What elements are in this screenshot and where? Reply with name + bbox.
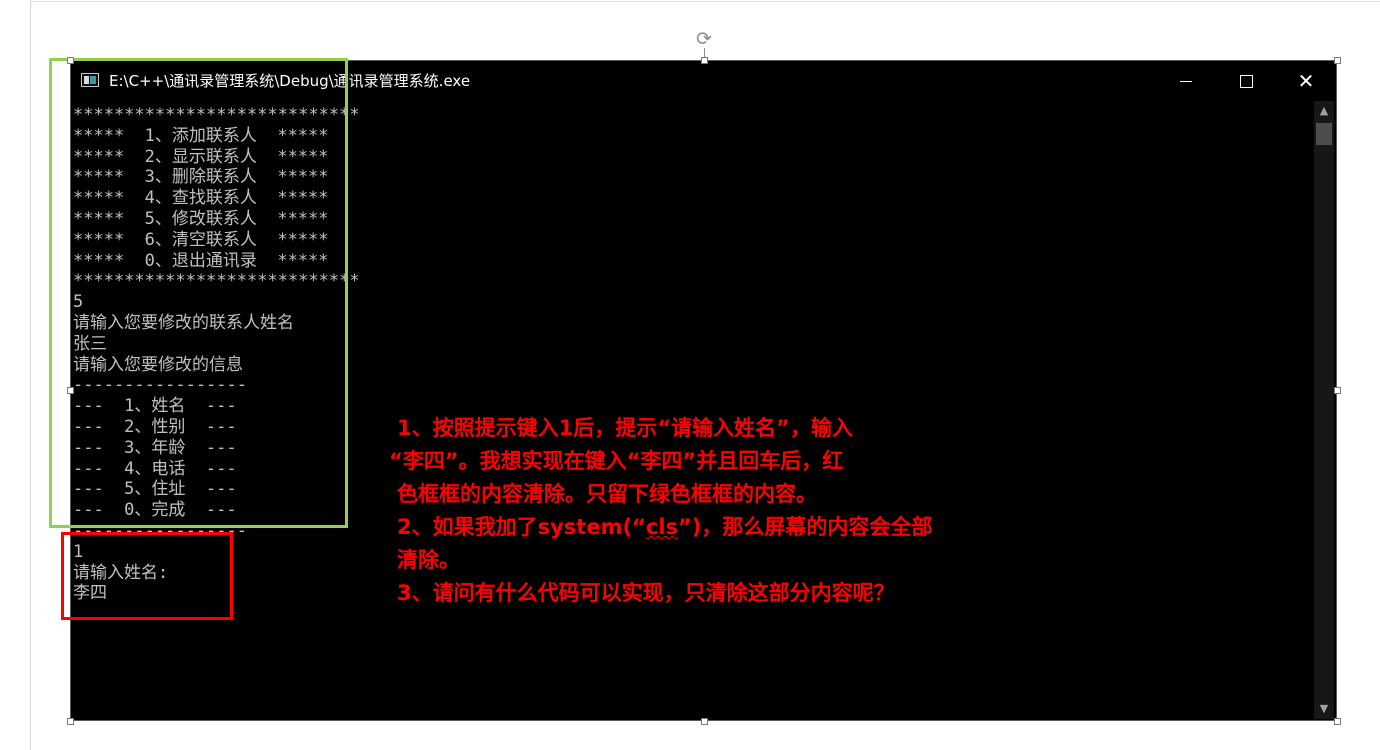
maximize-icon [1239,74,1253,88]
annotation-line-4: 2、如果我加了system(“cls”)，那么屏幕的内容会全部 [397,511,1037,544]
rotate-handle-icon[interactable]: ⟳ [694,29,714,49]
scroll-down-icon[interactable]: ▼ [1314,699,1334,719]
green-highlight-box [49,58,348,528]
resize-handle-bottom-right[interactable] [1334,718,1341,725]
annotation-line-4-start: 2、如果我加了system(“ [397,515,646,539]
resize-handle-middle-left[interactable] [67,387,74,394]
resize-handle-top-left[interactable] [67,57,74,64]
annotation-line-3: 色框框的内容清除。只留下绿色框框的内容。 [397,482,817,506]
maximize-button[interactable] [1216,61,1276,101]
annotation-line-2: “李四”。我想实现在键入“李四”并且回车后，红 [389,449,844,473]
spellcheck-underlined-word: cls [645,515,679,539]
minimize-button[interactable] [1156,61,1216,101]
resize-handle-bottom-center[interactable] [701,718,708,725]
close-icon: ✕ [1297,69,1315,93]
annotation-line-1: 1、按照提示键入1后，提示“请输入姓名”，输入 [397,416,853,440]
resize-handle-middle-right[interactable] [1334,387,1341,394]
scroll-thumb[interactable] [1316,123,1332,145]
annotation-line-4-end: ”)，那么屏幕的内容会全部 [678,515,933,539]
resize-handle-top-right[interactable] [1334,57,1341,64]
close-button[interactable]: ✕ [1276,61,1336,101]
page-left-border [30,0,31,750]
annotation-line-6: 3、请问有什么代码可以实现，只清除这部分内容呢？ [397,581,895,605]
vertical-scrollbar[interactable]: ▲ ▼ [1314,101,1334,719]
page-top-border [30,1,1380,2]
resize-handle-bottom-left[interactable] [67,718,74,725]
minimize-icon [1180,80,1192,82]
annotation-text: 1、按照提示键入1后，提示“请输入姓名”，输入 “李四”。我想实现在键入“李四”… [389,412,1037,610]
annotation-line-5: 清除。 [397,548,460,572]
scroll-up-icon[interactable]: ▲ [1314,101,1334,121]
resize-handle-top-center[interactable] [701,57,708,64]
red-highlight-box [61,532,233,620]
